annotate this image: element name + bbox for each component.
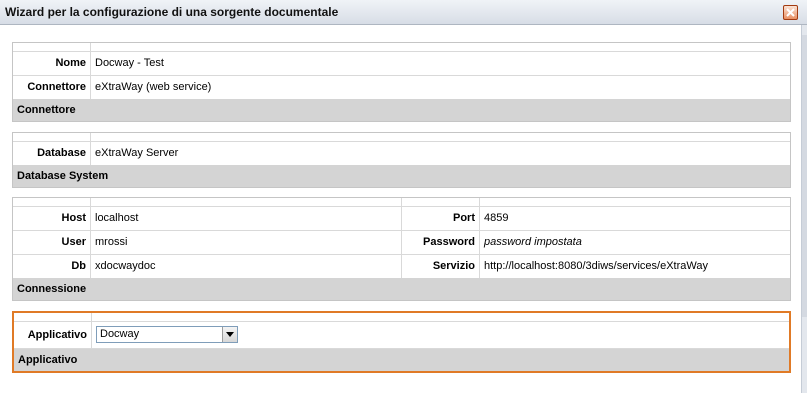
nome-value: Docway - Test xyxy=(95,57,164,69)
row-nome: Nome Docway - Test xyxy=(13,52,790,76)
row-host-port: Host localhost Port 4859 xyxy=(13,207,790,231)
applicativo-footer: Applicativo xyxy=(14,349,789,371)
row-applicativo: Applicativo Docway xyxy=(14,322,789,349)
close-icon xyxy=(786,8,795,17)
password-value: password impostata xyxy=(484,236,582,248)
database-value: eXtraWay Server xyxy=(95,147,179,159)
connettore-label: Connettore xyxy=(13,76,91,99)
section-header-row xyxy=(13,43,790,52)
row-database: Database eXtraWay Server xyxy=(13,142,790,166)
database-section: Database eXtraWay Server Database System xyxy=(12,132,791,188)
connessione-section: Host localhost Port 4859 User mrossi Pas… xyxy=(12,197,791,301)
database-label: Database xyxy=(13,142,91,165)
database-footer: Database System xyxy=(13,165,790,187)
dropdown-button[interactable] xyxy=(222,327,237,342)
section-header-row xyxy=(13,198,790,207)
dialog-titlebar: Wizard per la configurazione di una sorg… xyxy=(0,0,807,25)
db-value: xdocwaydoc xyxy=(91,255,402,278)
user-label: User xyxy=(13,231,91,254)
host-value: localhost xyxy=(91,207,402,230)
servizio-label: Servizio xyxy=(402,255,480,278)
applicativo-select[interactable]: Docway xyxy=(96,326,238,343)
applicativo-label: Applicativo xyxy=(14,322,92,348)
vertical-scrollbar[interactable] xyxy=(801,25,807,393)
section-header-row xyxy=(13,133,790,142)
host-label: Host xyxy=(13,207,91,230)
row-connettore: Connettore eXtraWay (web service) xyxy=(13,76,790,100)
close-button[interactable] xyxy=(783,5,798,20)
dialog-title: Wizard per la configurazione di una sorg… xyxy=(5,5,339,19)
row-user-password: User mrossi Password password impostata xyxy=(13,231,790,255)
wizard-dialog: Wizard per la configurazione di una sorg… xyxy=(0,0,807,393)
applicativo-section: Applicativo Docway Applicativo xyxy=(12,311,791,373)
section-header-row xyxy=(14,313,789,322)
servizio-value: http://localhost:8080/3diws/services/eXt… xyxy=(484,260,708,272)
applicativo-value-cell: Docway xyxy=(92,322,789,348)
row-db-servizio: Db xdocwaydoc Servizio http://localhost:… xyxy=(13,255,790,279)
port-value: 4859 xyxy=(484,212,509,224)
port-label: Port xyxy=(402,207,480,230)
chevron-down-icon xyxy=(226,332,234,337)
user-value: mrossi xyxy=(91,231,402,254)
scrollbar-thumb[interactable] xyxy=(802,35,807,317)
connettore-section: Nome Docway - Test Connettore eXtraWay (… xyxy=(12,42,791,122)
connettore-value: eXtraWay (web service) xyxy=(95,81,212,93)
applicativo-selected-value: Docway xyxy=(100,328,140,340)
connessione-footer: Connessione xyxy=(13,278,790,300)
db-label: Db xyxy=(13,255,91,278)
password-label: Password xyxy=(402,231,480,254)
nome-label: Nome xyxy=(13,52,91,75)
connettore-footer: Connettore xyxy=(13,99,790,121)
